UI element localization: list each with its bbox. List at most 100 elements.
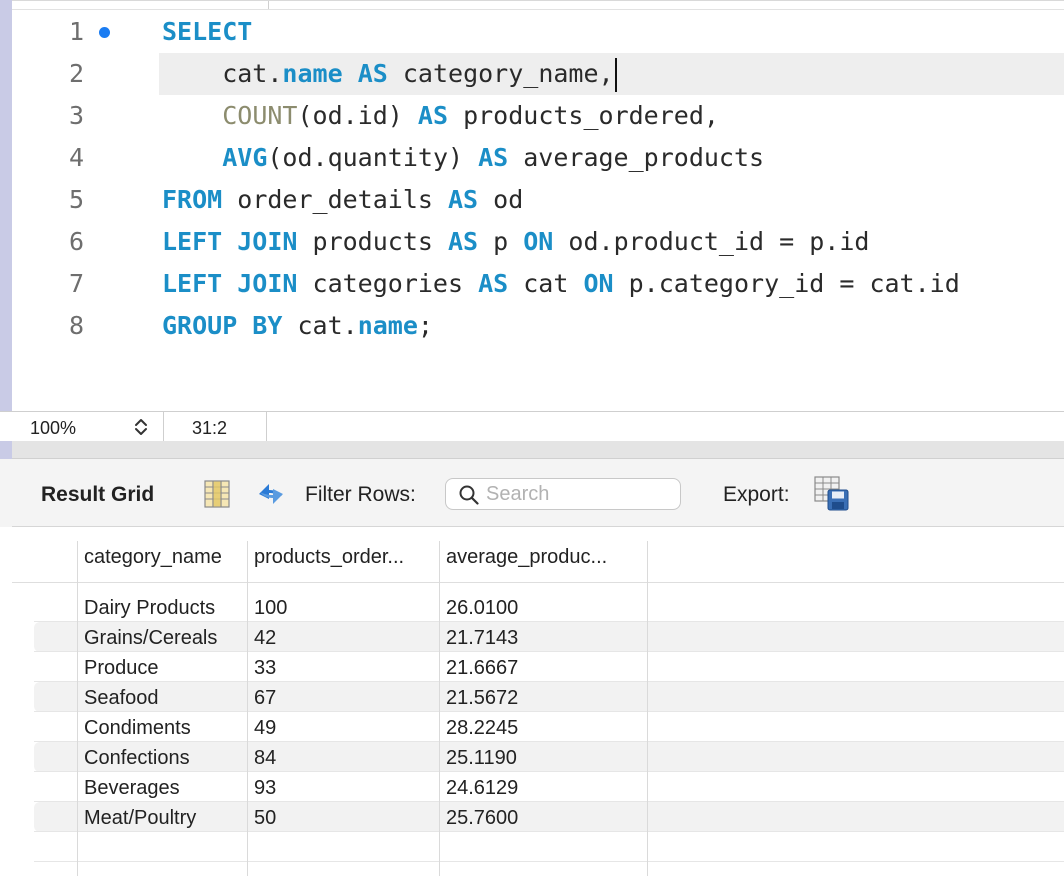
sql-keyword: AS [478, 143, 509, 172]
sql-keyword: SELECT [162, 17, 253, 46]
code-line[interactable]: FROM order_details AS od [162, 179, 523, 221]
panel-splitter[interactable] [12, 441, 1064, 459]
zoom-stepper-icon[interactable] [132, 417, 150, 437]
table-cell[interactable]: 24.6129 [446, 772, 518, 802]
search-input[interactable] [486, 481, 672, 507]
row-separator [34, 861, 1064, 862]
column-header[interactable]: average_produc... [446, 541, 646, 582]
table-cell[interactable]: 26.0100 [446, 592, 518, 622]
column-divider[interactable] [647, 541, 648, 876]
grid-columns-icon[interactable] [204, 480, 230, 513]
sql-text: category_name, [387, 59, 614, 88]
code-line[interactable]: SELECT [162, 11, 252, 53]
breakpoint-dot[interactable] [99, 27, 110, 38]
sql-text: order_details [222, 185, 448, 214]
line-number: 1 [68, 17, 84, 46]
table-cell[interactable]: Confections [84, 742, 190, 772]
table-row[interactable]: Dairy Products 100 26.0100 [34, 592, 1064, 622]
code-line[interactable]: LEFT JOIN categories AS cat ON p.categor… [162, 263, 960, 305]
table-row[interactable]: Meat/Poultry 50 25.7600 [34, 802, 1064, 832]
sql-text: (od.id) [297, 101, 418, 130]
status-separator [266, 412, 267, 442]
line-number: 4 [68, 143, 84, 172]
table-cell[interactable]: 84 [254, 742, 276, 772]
line-number: 5 [68, 185, 84, 214]
export-label: Export: [723, 483, 790, 506]
table-cell[interactable]: 100 [254, 592, 287, 622]
table-row[interactable]: Produce 33 21.6667 [34, 652, 1064, 682]
code-line[interactable]: COUNT(od.id) AS products_ordered, [162, 95, 719, 137]
column-divider[interactable] [77, 541, 78, 876]
column-divider[interactable] [247, 541, 248, 876]
table-cell[interactable]: 21.5672 [446, 682, 518, 712]
table-cell[interactable]: Grains/Cereals [84, 622, 217, 652]
table-cell[interactable]: 25.1190 [446, 742, 517, 772]
code-line[interactable]: LEFT JOIN products AS p ON od.product_id… [162, 221, 869, 263]
sql-keyword: ON [583, 269, 614, 298]
code-line[interactable]: cat.name AS category_name, [162, 53, 617, 95]
filter-rows-label: Filter Rows: [305, 483, 416, 506]
sql-keyword: GROUP BY [162, 311, 283, 340]
sql-keyword: AS [448, 185, 479, 214]
sql-keyword: AS [357, 59, 388, 88]
sql-keyword: LEFT JOIN [162, 269, 298, 298]
table-cell[interactable]: Beverages [84, 772, 180, 802]
editor-top-rule [12, 9, 1064, 10]
splitter-strip [0, 441, 12, 459]
code-line[interactable]: GROUP BY cat.name; [162, 305, 433, 347]
table-row[interactable]: Seafood 67 21.5672 [34, 682, 1064, 712]
table-cell[interactable]: 50 [254, 802, 276, 832]
export-icon[interactable] [814, 476, 850, 517]
sql-text: products_ordered, [448, 101, 719, 130]
sql-text: p.category_id = cat.id [613, 269, 960, 298]
table-cell[interactable]: 93 [254, 772, 276, 802]
result-grid-title: Result Grid [41, 483, 155, 506]
sql-keyword: AVG [222, 143, 268, 172]
sql-editor[interactable]: 12345678 SELECT cat.name AS category_nam… [12, 0, 1064, 411]
table-cell[interactable]: 28.2245 [446, 712, 518, 742]
column-header[interactable]: products_order... [254, 541, 439, 582]
column-divider[interactable] [439, 541, 440, 876]
table-cell[interactable]: 67 [254, 682, 276, 712]
refresh-icon[interactable] [255, 480, 287, 513]
table-cell[interactable]: Meat/Poultry [84, 802, 196, 832]
table-row[interactable] [34, 832, 1064, 862]
table-cell[interactable]: 33 [254, 652, 276, 682]
grid-strip [0, 527, 12, 876]
table-cell[interactable]: 42 [254, 622, 276, 652]
table-cell[interactable]: 21.7143 [446, 622, 518, 652]
sql-keyword: name [282, 59, 343, 88]
result-grid-header: category_name products_order... average_pr… [12, 541, 1064, 583]
sql-keyword: name [357, 311, 418, 340]
line-number: 7 [68, 269, 84, 298]
search-box[interactable] [445, 478, 681, 510]
table-cell[interactable]: Dairy Products [84, 592, 215, 622]
editor-status-bar: 100% 31:2 [0, 411, 1064, 442]
line-number: 8 [68, 311, 84, 340]
table-cell[interactable]: Produce [84, 652, 159, 682]
text-cursor [614, 58, 617, 92]
table-row[interactable]: Grains/Cereals 42 21.7143 [34, 622, 1064, 652]
sql-keyword: LEFT JOIN [162, 227, 298, 256]
table-cell[interactable]: 49 [254, 712, 276, 742]
sql-text: cat. [162, 59, 283, 88]
code-line[interactable]: AVG(od.quantity) AS average_products [162, 137, 764, 179]
sql-text: cat. [282, 311, 358, 340]
table-cell[interactable]: 21.6667 [446, 652, 518, 682]
table-row[interactable]: Beverages 93 24.6129 [34, 772, 1064, 802]
table-cell[interactable]: Condiments [84, 712, 191, 742]
sql-text: categories [297, 269, 479, 298]
zoom-level[interactable]: 100% [30, 418, 76, 439]
column-header[interactable]: category_name [84, 541, 249, 582]
toolbar-strip [0, 459, 12, 527]
sql-text: average_products [508, 143, 765, 172]
sql-text: ; [417, 311, 433, 340]
table-row[interactable]: Condiments 49 28.2245 [34, 712, 1064, 742]
table-row[interactable]: Confections 84 25.1190 [34, 742, 1064, 772]
table-cell[interactable]: 25.7600 [446, 802, 518, 832]
editor-top-divider [268, 1, 269, 9]
table-cell[interactable]: Seafood [84, 682, 159, 712]
sql-text: od [478, 185, 524, 214]
